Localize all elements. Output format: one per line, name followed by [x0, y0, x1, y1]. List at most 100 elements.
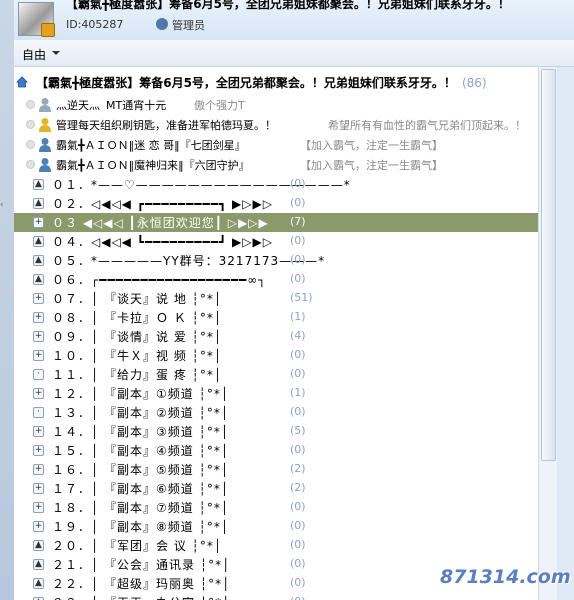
user-row[interactable]: 霸氣╋ＡＩＯＮ‖魔神归来‖『六团守护』 【加入霸气，注定一生霸气】	[14, 155, 538, 174]
user-icon	[39, 98, 51, 112]
sub-channel-label: ０６．┌━━━━━━━━━━━━━━━━━━∞┐	[52, 273, 267, 287]
expand-icon[interactable]: ▲	[33, 236, 44, 247]
lock-icon	[41, 23, 55, 37]
expand-icon[interactable]: ▲	[33, 559, 44, 570]
sub-channel-row[interactable]: ▲２３．│ 『天王』办公室 ┆°*│(0)	[14, 593, 538, 600]
sub-channel-row[interactable]: +０３ ◀◁◀◁ ┃永恒团欢迎您┃ ▷▶▷▶ (7)	[14, 213, 538, 232]
sub-channel-count: (0)	[290, 367, 306, 380]
sub-channel-count: (0)	[290, 576, 306, 589]
root-channel-row[interactable]: 【霸氣╋極度嚣张】筹备6月5号，全团兄弟都聚会。！兄弟姐妹们联系牙牙。！ (86)	[14, 73, 538, 92]
home-icon	[16, 76, 28, 88]
user-name: 霸氣╋ＡＩＯＮ‖魔神归来‖『六团守护』	[56, 159, 250, 172]
sub-channel-row[interactable]: ▲ ０４．◁◀◁◀ ┗━━━━━━━━━┛ ▶▷▶▷ (0)	[14, 232, 538, 251]
user-row[interactable]: 灬逆天灬 MT通宵十元 傲个强力T	[14, 95, 538, 114]
sub-channel-row[interactable]: ▲ ０５．*—————YY群号：3217173———* (0)	[14, 251, 538, 270]
sub-channel-row[interactable]: +１７．│ 『副本』⑥频道 ┆°*│ (2)	[14, 479, 538, 498]
sub-channel-label: １０．│ 『牛Ｘ』视 频 ┆°*│	[52, 349, 223, 363]
sub-channel-row[interactable]: +１８．│ 『副本』⑦频道 ┆°*│ (0)	[14, 498, 538, 517]
sub-channel-row[interactable]: +１９．│ 『副本』⑧频道 ┆°*│ (0)	[14, 517, 538, 536]
sub-channel-row[interactable]: +１６．│ 『副本』⑤频道 ┆°*│ (2)	[14, 460, 538, 479]
channel-tree: 【霸氣╋極度嚣张】筹备6月5号，全团兄弟都聚会。！兄弟姐妹们联系牙牙。！ (86)…	[14, 67, 538, 600]
right-panel-edge	[557, 67, 574, 600]
sub-channel-label: １６．│ 『副本』⑤频道 ┆°*│	[52, 463, 230, 477]
user-signature: 【加入霸气，注定一生霸气】	[300, 139, 443, 152]
channel-title: 【霸氣╋極度嚣张】筹备6月5号，全团兄弟姐妹都聚会。！兄弟姐妹们联系牙牙。！	[66, 0, 510, 11]
user-note: MT通宵十元	[106, 99, 167, 112]
member-icon	[39, 138, 51, 152]
expand-icon[interactable]: +	[33, 388, 44, 399]
expand-icon[interactable]: +	[33, 464, 44, 475]
sub-channel-count: (0)	[290, 253, 306, 266]
expand-icon[interactable]: +	[33, 502, 44, 513]
sub-channel-count: (0)	[290, 196, 306, 209]
sub-channel-count: (0)	[290, 443, 306, 456]
sub-channel-label: １９．│ 『副本』⑧频道 ┆°*│	[52, 520, 230, 534]
root-channel-title-text: 【霸氣╋極度嚣张】筹备6月5号，全团兄弟都聚会。！兄弟姐妹们联系牙牙。！	[36, 76, 456, 90]
expand-icon[interactable]: +	[33, 312, 44, 323]
left-strip: ‹	[0, 0, 14, 600]
sub-channel-label: ０９．│ 『谈情』说 爱 ┆°*│	[52, 330, 223, 344]
sub-channel-label: １８．│ 『副本』⑦频道 ┆°*│	[52, 501, 230, 515]
scrollbar-thumb[interactable]	[541, 69, 556, 461]
vertical-scrollbar[interactable]	[538, 67, 557, 600]
sub-channel-row[interactable]: +１５．│ 『副本』④频道 ┆°*│ (0)	[14, 441, 538, 460]
expand-icon[interactable]: ▲	[33, 540, 44, 551]
sub-channel-row[interactable]: ▲ ０１．*——♡————————————————* (0)	[14, 175, 538, 194]
expand-icon[interactable]: +	[33, 445, 44, 456]
sub-channel-label: ０４．◁◀◁◀ ┗━━━━━━━━━┛ ▶▷▶▷	[52, 235, 273, 249]
admin-icon	[39, 118, 51, 132]
expand-icon[interactable]: +	[33, 483, 44, 494]
sub-channel-count: (5)	[290, 424, 306, 437]
sub-channel-row[interactable]: ▲ ２０．│ 『军团』会 议 ┆°*│ (0)	[14, 536, 538, 555]
sub-channel-label: ０８．│ 『卡拉』Ｏ Ｋ ┆°*│	[52, 311, 223, 325]
user-name: 霸氣╋ＡＩＯＮ‖迷 恋 哥‖『七团剑星』	[56, 139, 246, 152]
expand-icon[interactable]: +	[33, 521, 44, 532]
expand-icon[interactable]: ▲	[33, 578, 44, 589]
root-channel-title: 【霸氣╋極度嚣张】筹备6月5号，全团兄弟都聚会。！兄弟姐妹们联系牙牙。！ (86)	[36, 74, 487, 91]
left-strip-bit: ‹	[0, 200, 4, 210]
sub-channel-row[interactable]: · １３．│ 『副本』②频道 ┆°*│ (0)	[14, 403, 538, 422]
sub-channel-count: (0)	[290, 557, 306, 570]
sub-channel-label: １３．│ 『副本』②频道 ┆°*│	[52, 406, 230, 420]
sub-channel-count: (2)	[290, 481, 306, 494]
expand-icon[interactable]: +	[33, 217, 44, 228]
expand-icon[interactable]: ▲	[33, 274, 44, 285]
sub-channel-row[interactable]: ▲ ０６．┌━━━━━━━━━━━━━━━━━━∞┐ (0)	[14, 270, 538, 289]
expand-icon[interactable]: +	[33, 293, 44, 304]
sub-channel-row[interactable]: ▲ ０２．◁◀◁◀ ┏━━━━━━━━━┓ ▶▷▶▷ (0)	[14, 194, 538, 213]
sub-channel-row[interactable]: +０９．│ 『谈情』说 爱 ┆°*│ (4)	[14, 327, 538, 346]
sub-channel-count: (0)	[290, 405, 306, 418]
expand-icon[interactable]: ▲	[33, 255, 44, 266]
user-signature: 傲个强力T	[194, 99, 245, 112]
sub-channel-label: １５．│ 『副本』④频道 ┆°*│	[52, 444, 230, 458]
chevron-down-icon[interactable]	[52, 51, 60, 55]
expand-icon[interactable]: ·	[33, 369, 44, 380]
sub-channel-row[interactable]: +１２．│ 『副本』①频道 ┆°*│ (1)	[14, 384, 538, 403]
sub-channel-label: ０３ ◀◁◀◁ ┃永恒团欢迎您┃ ▷▶▷▶	[52, 216, 269, 230]
expand-icon[interactable]: +	[33, 350, 44, 361]
sub-channel-label: ０５．*—————YY群号：3217173———*	[52, 254, 326, 268]
sub-channel-label: ２１．│ 『公会』通讯录 ┆°*│	[52, 558, 231, 572]
expand-icon[interactable]: ▲	[33, 179, 44, 190]
avatar[interactable]	[18, 2, 55, 37]
sub-channel-label: ２２．│ 『超级』玛丽奥 ┆°*│	[52, 577, 231, 591]
user-row[interactable]: 管理每天组织刷钥匙，准备进军帕德玛夏。！ 希望所有有血性的霸气兄弟们顶起来。！	[14, 115, 538, 134]
sub-channel-label: ２３．│ 『天王』办公室 ┆°*│	[52, 594, 230, 600]
user-name: 管理每天组织刷钥匙，准备进军帕德玛夏。！	[56, 119, 276, 132]
sub-channel-row[interactable]: +０７．│ 『谈天』说 地 ┆°*│ (51)	[14, 289, 538, 308]
mode-select[interactable]: 自由	[22, 46, 46, 63]
sub-channel-count: (7)	[290, 215, 306, 228]
channel-id: ID:405287	[66, 18, 124, 31]
sub-channel-count: (0)	[290, 595, 306, 600]
sub-channel-row[interactable]: +０８．│ 『卡拉』Ｏ Ｋ ┆°*│ (1)	[14, 308, 538, 327]
sub-channel-count: (0)	[290, 519, 306, 532]
expand-icon[interactable]: ▲	[33, 198, 44, 209]
sub-channel-row[interactable]: · １１．│ 『给力』蛋 疼 ┆°*│ (0)	[14, 365, 538, 384]
sub-channel-row[interactable]: +１４．│ 『副本』③频道 ┆°*│ (5)	[14, 422, 538, 441]
sub-channel-row[interactable]: +１０．│ 『牛Ｘ』视 频 ┆°*│ (0)	[14, 346, 538, 365]
expand-icon[interactable]: ·	[33, 407, 44, 418]
status-dot-icon	[26, 160, 35, 169]
expand-icon[interactable]: +	[33, 331, 44, 342]
expand-icon[interactable]: +	[33, 426, 44, 437]
user-row[interactable]: 霸氣╋ＡＩＯＮ‖迷 恋 哥‖『七团剑星』 【加入霸气，注定一生霸气】	[14, 135, 538, 154]
